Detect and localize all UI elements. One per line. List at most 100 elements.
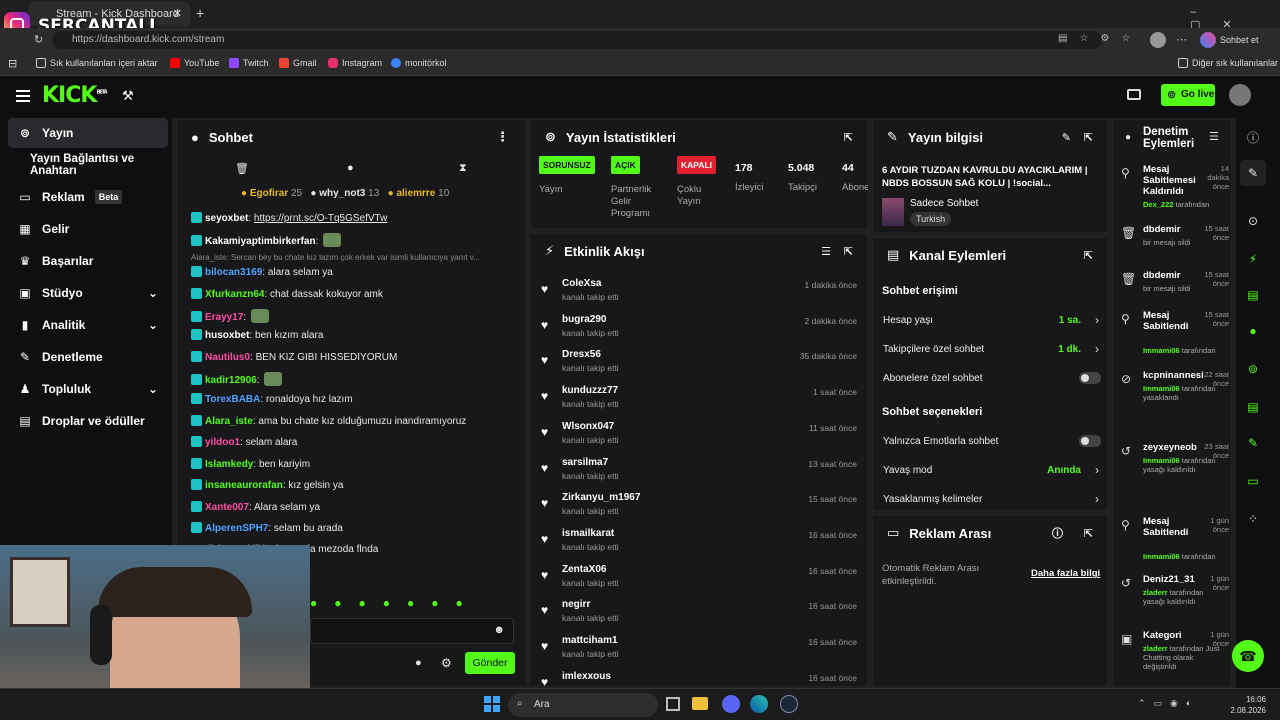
event-username[interactable]: Dresx56 [562,349,601,360]
gifter-name[interactable]: aliemrre [396,188,435,199]
bookmark-import[interactable]: Sık kullanılanları içeri aktar [36,58,158,68]
bookmark-instagram[interactable]: Instagram [328,58,382,68]
notes-icon[interactable]: ▤ [1240,282,1266,308]
followers-only-row[interactable]: Takipçilere özel sohbet 1 dk. › [883,337,1101,361]
event-username[interactable]: Wlsonx047 [562,421,614,432]
other-bookmarks[interactable]: Diğer sık kullanılanlar [1178,58,1278,68]
event-username[interactable]: ismailkarat [562,528,614,539]
ad-icon[interactable]: ▭ [1240,468,1266,494]
file-explorer-icon[interactable] [692,697,708,710]
kick-logo[interactable]: KICKBETA [42,83,108,108]
event-username[interactable]: sarsilma7 [562,457,608,468]
expand-icon[interactable]: ⇱ [844,131,853,144]
info-icon[interactable]: ⓘ [1052,525,1063,541]
reload-icon[interactable]: ↻ [34,33,43,46]
kebab-menu-icon[interactable]: ⋮ [496,129,509,145]
clock[interactable]: 16:06 2.08.2026 [1212,694,1266,716]
sidebar-item-reklam[interactable]: ▭ Reklam Beta [8,182,168,212]
copilot-icon[interactable] [1200,32,1216,48]
chat-username[interactable]: Nautilus0 [205,352,250,363]
bookmark-monitorkol[interactable]: monitörkol [391,58,447,68]
sidebar-item-denetleme[interactable]: ✎ Denetleme [8,342,168,372]
go-live-button[interactable]: ⊚ Go live [1161,84,1215,106]
expand-icon[interactable]: ⇱ [844,245,853,258]
event-username[interactable]: negirr [562,599,590,610]
discord-icon[interactable] [722,695,740,713]
new-tab-icon[interactable]: + [196,5,204,21]
system-tray-icons[interactable]: ⌃▭◉◐ [1138,698,1199,709]
moderator-name[interactable]: Dex_222 [1143,200,1173,209]
event-username[interactable]: mattciham1 [562,635,618,646]
category-name[interactable]: Sadece Sohbet [910,198,978,209]
chat-icon[interactable]: ● [1240,318,1266,344]
moderator-name[interactable]: Immami06 [1143,552,1180,561]
filter-icon[interactable]: ☰ [1209,130,1219,143]
profile-avatar[interactable] [1150,32,1166,48]
bookmark-twitch[interactable]: Twitch [229,58,269,68]
bolt-icon[interactable]: ⚡ [1240,246,1266,272]
close-tab-icon[interactable]: ✕ [173,7,182,20]
chat-username[interactable]: kadir12906 [205,375,257,386]
menu-icon[interactable] [16,90,30,102]
trash-icon[interactable]: 🗑 [235,162,249,175]
sidebar-item-studyo[interactable]: ▣ Stüdyo ⌄ [8,278,168,308]
sidebar-item-gelir[interactable]: ▦ Gelir [8,214,168,244]
sidebar-item-droplar[interactable]: ▤ Droplar ve ödüller [8,406,168,436]
expand-icon[interactable]: ⇱ [1084,249,1093,262]
account-age-row[interactable]: Hesap yaşı 1 sa. › [883,308,1101,332]
info-icon[interactable]: ⓘ [1240,124,1266,150]
learn-more-link[interactable]: Daha fazla bilgi [1031,568,1100,579]
gifter-name[interactable]: Egofirar [250,188,288,199]
bookmark-youtube[interactable]: YouTube [170,58,219,68]
address-bar-icons[interactable]: ▤☆⚙☆ [1058,33,1142,44]
chat-username[interactable]: Xante007 [205,502,249,513]
edit-icon[interactable]: ✎ [1240,160,1266,186]
expand-icon[interactable]: ⇱ [1084,527,1093,540]
sidebar-item-topluluk[interactable]: ♟ Topluluk ⌄ [8,374,168,404]
moderator-name[interactable]: zladerr [1143,644,1168,653]
send-button[interactable]: Gönder [465,652,515,674]
edge-icon[interactable] [750,695,768,713]
expand-icon[interactable]: ⇱ [1084,131,1093,144]
windows-start-icon[interactable] [484,696,500,712]
chat-input[interactable]: ☻ [310,618,514,644]
user-avatar[interactable] [1229,84,1251,106]
collections-icon[interactable]: ⊟ [8,57,17,70]
broadcast-icon[interactable]: ⊚ [1240,356,1266,382]
bookmark-gmail[interactable]: Gmail [279,58,317,68]
task-view-icon[interactable] [666,697,680,711]
chat-username[interactable]: Erayy17 [205,312,243,323]
emoji-icon[interactable]: ☻ [493,624,505,636]
steam-icon[interactable] [780,695,798,713]
event-username[interactable]: ZentaX06 [562,564,606,575]
event-username[interactable]: Zirkanyu_m1967 [562,492,640,503]
sidebar-item-basarilar[interactable]: ♛ Başarılar [8,246,168,276]
chat-username[interactable]: Islamkedy [205,459,253,470]
preview-icon[interactable] [1127,89,1141,100]
chat-username[interactable]: yildoo1 [205,437,240,448]
tools-icon[interactable]: ⚒ [122,88,134,104]
sidebar-item-stream-key[interactable]: Yayın Bağlantısı ve Anahtarı [8,150,168,180]
chat-username[interactable]: AlperenSPH7 [205,523,268,534]
moderator-name[interactable]: Immami06 [1143,384,1180,393]
chat-username[interactable]: TorexBABA [205,394,260,405]
taskbar-search[interactable]: ⌕ Ara [508,693,658,717]
sidebar-item-yayin[interactable]: ⊚ Yayın [8,118,168,148]
event-username[interactable]: bugra290 [562,314,606,325]
camera-icon[interactable]: ⊙ [1240,208,1266,234]
channel-icon[interactable]: ▤ [1240,394,1266,420]
gifter-name[interactable]: why_not3 [319,188,365,199]
chat-username[interactable]: husoxbet [205,330,249,341]
chat-bubble-icon[interactable]: ● [347,162,354,174]
moderator-name[interactable]: Immami06 [1143,346,1180,355]
edit-icon[interactable]: ✎ [1062,131,1071,144]
hourglass-icon[interactable]: ⧗ [459,162,467,175]
apps-icon[interactable]: ⁘ [1240,506,1266,532]
chat-username[interactable]: Alara_iste [205,416,253,427]
sidebar-item-analitik[interactable]: ▮ Analitik ⌄ [8,310,168,340]
event-username[interactable]: imlexxous [562,671,611,682]
event-username[interactable]: kunduzzz77 [562,385,618,396]
wrench-icon[interactable]: ✎ [1240,430,1266,456]
event-username[interactable]: ColeXsa [562,278,601,289]
slow-mode-row[interactable]: Yavaş mod Anında › [883,458,1101,482]
